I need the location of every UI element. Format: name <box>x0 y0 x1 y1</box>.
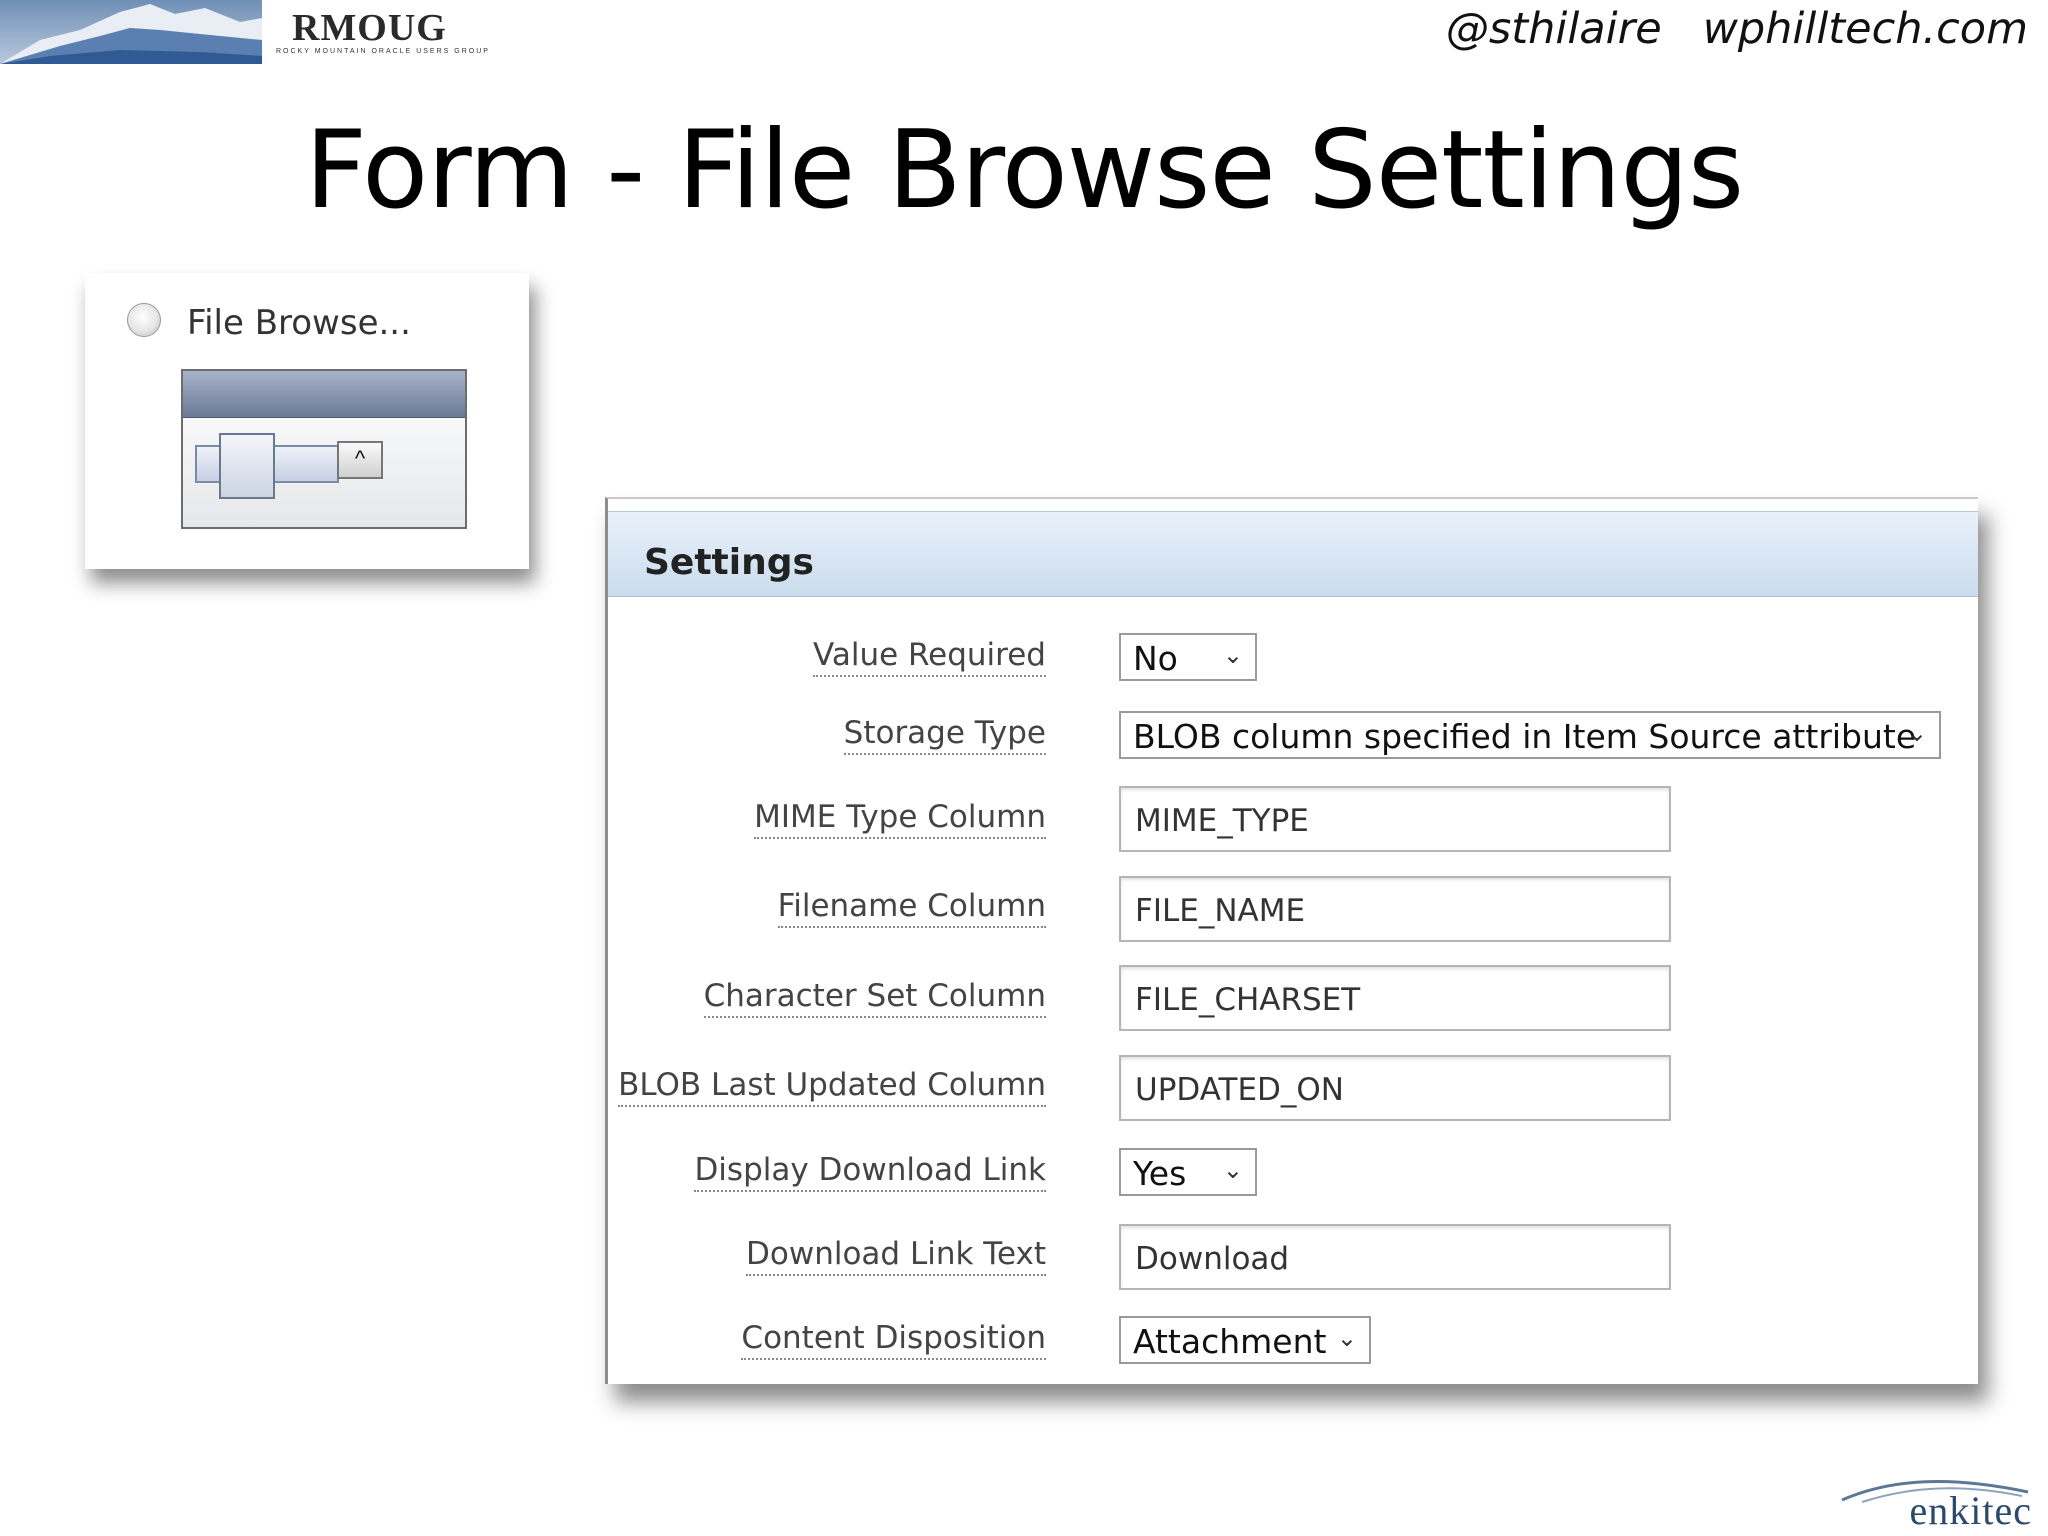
storage-type-label: Storage Type <box>843 715 1046 755</box>
storage-type-select[interactable]: BLOB column specified in Item Source att… <box>1119 711 1941 759</box>
display-download-link-select[interactable]: Yes ⌄ <box>1119 1148 1257 1196</box>
filename-column-input[interactable]: FILE_NAME <box>1119 876 1671 942</box>
mime-type-column-label: MIME Type Column <box>754 799 1046 839</box>
rmoug-logo-subtext: ROCKY MOUNTAIN ORACLE USERS GROUP <box>276 48 490 55</box>
mime-type-column-input[interactable]: MIME_TYPE <box>1119 786 1671 852</box>
item-type-card: File Browse... ^ <box>85 273 529 569</box>
chevron-up-icon: ^ <box>337 441 383 479</box>
chevron-down-icon: ⌄ <box>1906 719 1927 747</box>
download-link-text-input[interactable]: Download <box>1119 1224 1671 1290</box>
blob-last-updated-column-value: UPDATED_ON <box>1135 1072 1344 1108</box>
character-set-column-input[interactable]: FILE_CHARSET <box>1119 965 1671 1031</box>
download-link-text-value: Download <box>1135 1241 1290 1277</box>
settings-title: Settings <box>644 542 814 583</box>
settings-header: Settings <box>608 511 1978 597</box>
character-set-column-value: FILE_CHARSET <box>1135 982 1361 1018</box>
blob-last-updated-column-input[interactable]: UPDATED_ON <box>1119 1055 1671 1121</box>
file-browse-label: File Browse... <box>187 303 411 343</box>
rmoug-logo: RMOUG ROCKY MOUNTAIN ORACLE USERS GROUP <box>270 2 500 62</box>
display-download-link-value: Yes <box>1133 1154 1187 1193</box>
chevron-down-icon: ⌄ <box>1222 1156 1243 1184</box>
value-required-label: Value Required <box>813 637 1046 677</box>
slide-title: Form - File Browse Settings <box>304 108 1744 233</box>
author-handle: @sthilaire wphilltech.com <box>1445 4 2028 54</box>
chevron-down-icon: ⌄ <box>1336 1324 1357 1352</box>
rmoug-logo-text: RMOUG <box>292 7 447 49</box>
enkitec-logo-text: enkitec <box>1909 1488 2032 1533</box>
mountain-banner-image <box>0 0 262 64</box>
illustration-title-bar <box>183 371 465 418</box>
settings-panel: Settings Value Required No ⌄ Storage Typ… <box>605 497 1978 1384</box>
content-disposition-select[interactable]: Attachment ⌄ <box>1119 1316 1371 1364</box>
blob-last-updated-column-label: BLOB Last Updated Column <box>618 1067 1046 1107</box>
storage-type-value: BLOB column specified in Item Source att… <box>1133 717 1917 756</box>
document-icon <box>219 433 275 499</box>
content-disposition-value: Attachment <box>1133 1322 1327 1361</box>
enkitec-logo: enkitec <box>1832 1474 2032 1534</box>
value-required-value: No <box>1133 639 1178 678</box>
file-browse-radio[interactable] <box>127 303 161 337</box>
display-download-link-label: Display Download Link <box>694 1152 1046 1192</box>
filename-column-value: FILE_NAME <box>1135 893 1306 929</box>
filename-column-label: Filename Column <box>777 888 1046 928</box>
chevron-down-icon: ⌄ <box>1222 641 1243 669</box>
character-set-column-label: Character Set Column <box>703 978 1046 1018</box>
content-disposition-label: Content Disposition <box>741 1320 1046 1360</box>
download-link-text-label: Download Link Text <box>746 1236 1046 1276</box>
value-required-select[interactable]: No ⌄ <box>1119 633 1257 681</box>
mime-type-column-value: MIME_TYPE <box>1135 803 1309 839</box>
file-browse-illustration: ^ <box>181 369 467 529</box>
